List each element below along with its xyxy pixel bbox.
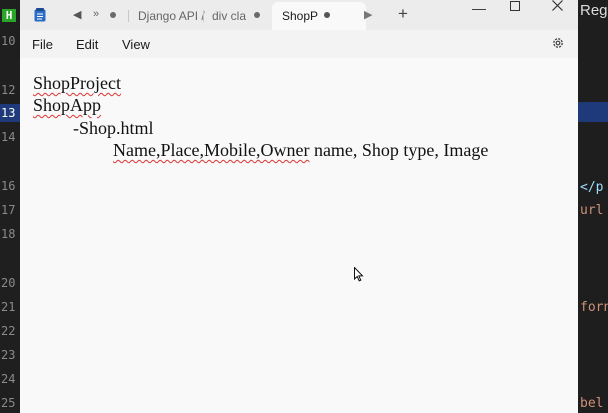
minimize-icon[interactable]: — [472,0,486,16]
notepad-window: ◀ » Django API / div cla ShopP ▶ + — Fil… [20,0,578,413]
tab-django-api[interactable]: Django API / [138,9,205,23]
line-number: 18 [1,227,16,241]
line-number: 20 [1,276,16,290]
unsaved-dot-icon[interactable] [324,12,330,18]
scroll-tabs-left-icon[interactable]: ◀ [73,8,81,21]
menu-bar [20,30,578,58]
line-number: 23 [1,348,16,362]
doc-line-2: ShopApp [33,95,101,116]
scroll-tabs-right-icon[interactable]: ▶ [364,8,372,21]
code-fragment: </p [580,180,604,195]
doc-line-1: ShopProject [33,73,121,94]
document-area[interactable] [20,58,578,413]
line-number: 21 [1,300,16,314]
menu-file[interactable]: File [32,37,53,52]
editor-gutter: H 10 12 13 14 16 17 18 20 21 22 23 24 25 [0,0,21,413]
tab-bar: ◀ » Django API / div cla ShopP ▶ + — [20,0,578,30]
code-fragment: bel [580,396,604,411]
doc-line-4-rest: name, Shop type, Image [309,140,489,160]
line-number: 17 [1,203,16,217]
tab-shopproject-active[interactable]: ShopP [272,2,366,30]
line-number: 24 [1,372,16,386]
line-number: 10 [1,34,16,48]
doc-line-3: -Shop.html [73,118,154,138]
notepad-app-icon [34,8,46,22]
close-icon[interactable] [552,0,563,11]
code-fragment: forn [580,300,608,315]
line-number-active: 13 [0,104,21,122]
line-number: 12 [1,83,16,97]
maximize-icon[interactable] [510,1,520,11]
code-fragment: url [580,203,604,218]
spellcheck-word: Name,Place,Mobile,Owner [113,140,310,160]
tab-separator [203,10,204,22]
line-number: 16 [1,179,16,193]
active-tab-label: ShopP [282,9,319,23]
menu-edit[interactable]: Edit [76,37,98,52]
tab-div-cla[interactable]: div cla [212,9,246,23]
tab-separator [128,10,129,22]
spellcheck-word: ShopProject [33,73,121,93]
current-line-highlight [578,102,608,122]
mouse-cursor-icon [354,267,364,282]
doc-line-4: Name,Place,Mobile,Owner name, Shop type,… [113,140,488,161]
menu-view[interactable]: View [122,37,150,52]
spellcheck-word: ShopApp [33,95,102,115]
register-text: Reg [580,2,608,19]
line-number: 14 [1,130,16,144]
line-number: 25 [1,396,16,410]
tab-overflow-icon[interactable]: » [93,8,99,20]
line-number: 22 [1,324,16,338]
unsaved-dot-icon [254,12,260,18]
unsaved-dot-icon [110,12,116,18]
h-badge-icon: H [2,9,16,22]
new-tab-plus-icon[interactable]: + [398,4,408,24]
settings-gear-icon[interactable] [551,36,565,50]
